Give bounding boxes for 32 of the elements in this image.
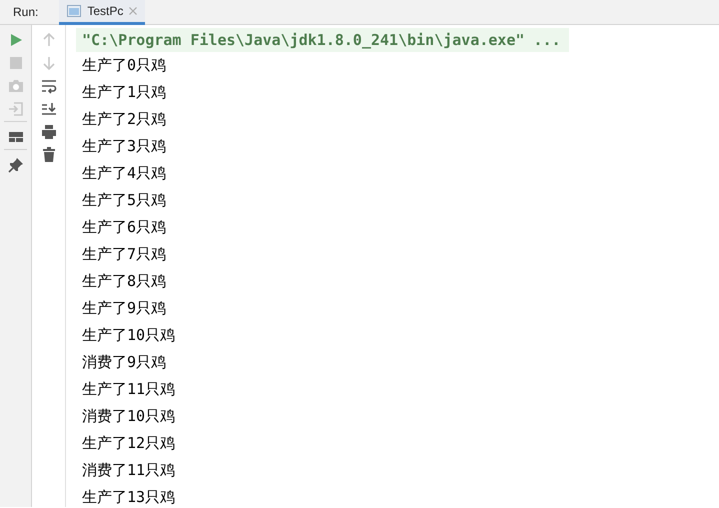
print-icon[interactable] (40, 124, 56, 140)
down-arrow-icon[interactable] (40, 55, 56, 71)
output-line: 生产了7只鸡 (82, 245, 166, 263)
close-icon[interactable] (129, 6, 138, 14)
output-line: 生产了1只鸡 (82, 83, 166, 101)
scroll-end-icon[interactable] (40, 101, 56, 117)
run-tab[interactable]: TestPc (59, 0, 146, 24)
output-line: 生产了4只鸡 (82, 164, 166, 182)
output-line: 生产了9只鸡 (82, 299, 166, 317)
pin-icon[interactable] (8, 157, 24, 173)
output-line: 生产了13只鸡 (82, 488, 176, 506)
wrap-icon[interactable] (40, 78, 56, 94)
output-line: 消费了10只鸡 (82, 407, 176, 425)
window-icon (67, 4, 82, 16)
up-arrow-icon[interactable] (40, 32, 56, 48)
stop-icon[interactable] (8, 55, 24, 71)
trash-icon[interactable] (40, 147, 56, 163)
output-line: 生产了6只鸡 (82, 218, 166, 236)
output-line: 生产了12只鸡 (82, 434, 176, 452)
exit-icon[interactable] (8, 101, 24, 117)
output-line: 生产了10只鸡 (82, 326, 176, 344)
output-line: 消费了9只鸡 (82, 353, 166, 371)
layout-icon[interactable] (8, 129, 24, 145)
output-line: 消费了11只鸡 (82, 461, 176, 479)
camera-icon[interactable] (8, 78, 24, 94)
output-line: 生产了0只鸡 (82, 56, 166, 74)
run-label: Run: (12, 4, 40, 21)
output-line: 生产了11只鸡 (82, 380, 176, 398)
output-line: 生产了5只鸡 (82, 191, 166, 209)
output-line: 生产了2只鸡 (82, 110, 166, 128)
output-line: 生产了8只鸡 (82, 272, 166, 290)
output-line: 生产了3只鸡 (82, 137, 166, 155)
